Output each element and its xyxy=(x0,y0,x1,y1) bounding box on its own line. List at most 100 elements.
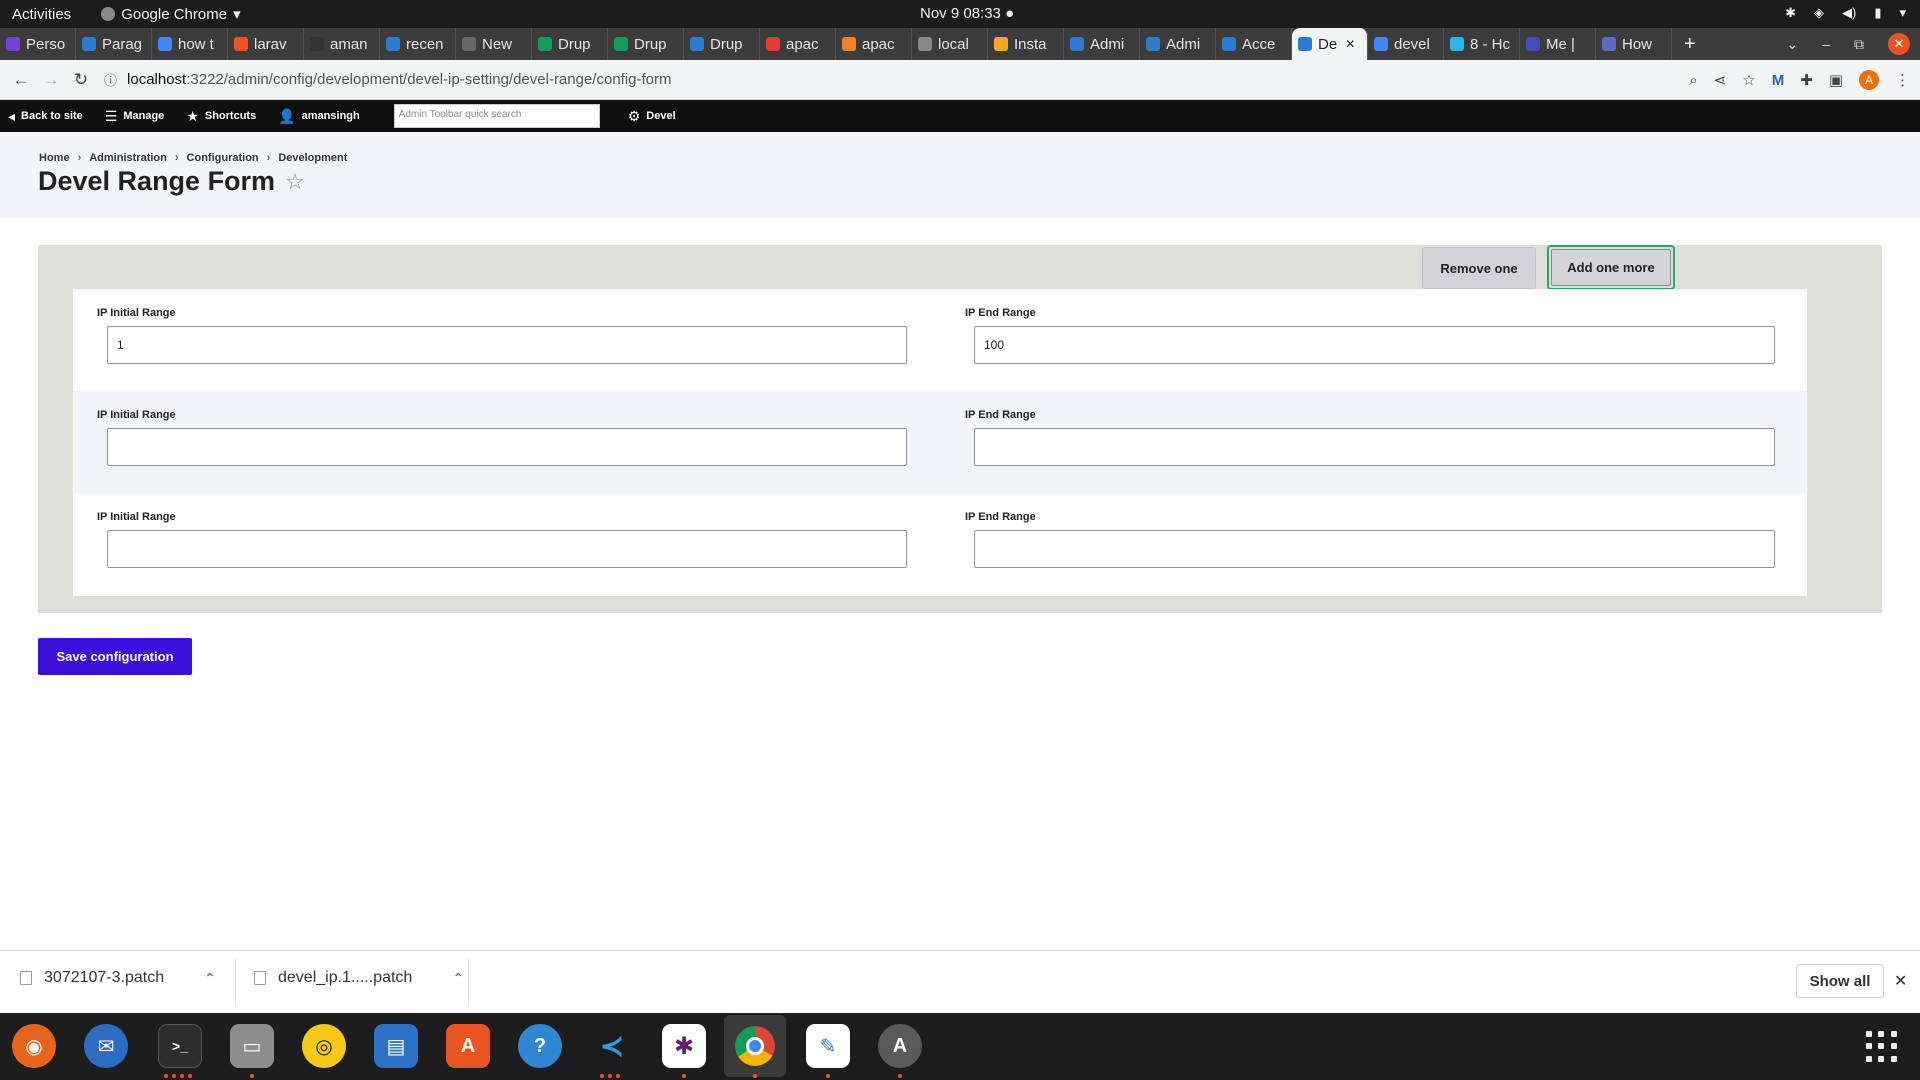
chevron-up-icon[interactable]: ⌃ xyxy=(204,970,216,987)
vscode-icon[interactable]: ≺ xyxy=(590,1024,634,1068)
chevron-up-icon[interactable]: ⌃ xyxy=(452,970,464,987)
manage-tab[interactable]: ☰ Manage xyxy=(105,108,165,125)
breadcrumb-development[interactable]: Development xyxy=(278,152,347,164)
show-all-button[interactable]: Show all xyxy=(1796,964,1884,998)
app-center-icon[interactable]: A xyxy=(446,1024,490,1068)
browser-tab[interactable]: recen xyxy=(380,28,456,60)
add-one-more-button[interactable]: Add one more xyxy=(1547,245,1675,290)
add-one-more-label: Add one more xyxy=(1551,249,1671,286)
tab-favicon-icon xyxy=(310,37,324,51)
rhythmbox-icon[interactable]: ◎ xyxy=(302,1024,346,1068)
app-menu[interactable]: Google Chrome ▾ xyxy=(101,5,241,23)
ip-end-range-input[interactable] xyxy=(974,428,1775,466)
thunderbird-icon[interactable]: ✉ xyxy=(84,1024,128,1068)
forward-arrow-icon[interactable]: → xyxy=(36,70,66,90)
writer-icon[interactable]: ▤ xyxy=(374,1024,418,1068)
downloads-bar: 3072107-3.patch ⌃ devel_ip.1.....patch ⌃… xyxy=(0,950,1920,1013)
ip-end-range-input[interactable] xyxy=(974,530,1775,568)
ip-initial-range-input[interactable] xyxy=(107,530,907,568)
download-item[interactable]: 3072107-3.patch ⌃ xyxy=(20,969,216,987)
bookmark-star-icon[interactable]: ☆ xyxy=(1742,71,1755,89)
tab-favicon-icon xyxy=(1374,37,1388,51)
ip-end-range-label: IP End Range xyxy=(965,307,1036,319)
browser-tab[interactable]: devel xyxy=(1368,28,1444,60)
ip-initial-range-input[interactable]: 1 xyxy=(107,326,907,364)
chrome-dock-item[interactable] xyxy=(724,1015,786,1077)
profile-avatar[interactable]: A xyxy=(1859,70,1879,90)
firefox-icon[interactable]: ◉ xyxy=(12,1024,56,1068)
tab-label: De xyxy=(1318,35,1338,53)
browser-tab[interactable]: how t xyxy=(152,28,228,60)
extensions-puzzle-icon[interactable]: ✚ xyxy=(1800,71,1813,89)
browser-tab[interactable]: Parag xyxy=(76,28,152,60)
share-icon[interactable]: ⋖ xyxy=(1714,71,1727,89)
extension-m-icon[interactable]: M xyxy=(1772,72,1785,89)
browser-tab[interactable]: Me | xyxy=(1520,28,1596,60)
browser-tab[interactable]: Drup xyxy=(684,28,760,60)
files-icon[interactable]: ▭ xyxy=(230,1024,274,1068)
ip-end-range-input[interactable]: 100 xyxy=(974,326,1775,364)
shortcuts-tab[interactable]: ★ Shortcuts xyxy=(186,108,256,125)
reload-icon[interactable]: ↻ xyxy=(66,70,96,90)
chrome-icon xyxy=(735,1026,775,1066)
help-icon[interactable]: ? xyxy=(518,1024,562,1068)
breadcrumb-configuration[interactable]: Configuration xyxy=(187,152,259,164)
save-configuration-button[interactable]: Save configuration xyxy=(38,638,192,675)
show-applications-icon[interactable] xyxy=(1866,1031,1898,1063)
new-tab-button[interactable]: + xyxy=(1684,33,1696,56)
tab-favicon-icon xyxy=(1450,37,1464,51)
site-info-icon[interactable]: ⓘ xyxy=(104,70,117,89)
download-item[interactable]: devel_ip.1.....patch ⌃ xyxy=(254,969,464,987)
close-window-button[interactable]: ✕ xyxy=(1888,33,1910,55)
shortcuts-label: Shortcuts xyxy=(204,110,257,122)
minimize-button[interactable]: – xyxy=(1822,36,1830,52)
browser-tab[interactable]: Drup xyxy=(608,28,684,60)
system-tray[interactable]: ✱ ◈ ◀) ▮ ▾ xyxy=(1785,5,1906,21)
file-icon xyxy=(254,971,266,985)
browser-tab[interactable]: aman xyxy=(304,28,380,60)
back-arrow-icon[interactable]: ← xyxy=(6,70,36,90)
browser-tab[interactable]: apac xyxy=(836,28,912,60)
browser-tab[interactable]: Drup xyxy=(532,28,608,60)
admin-quick-search-input[interactable]: Admin Toolbar quick search xyxy=(393,104,600,128)
devel-tab[interactable]: ⚙ Devel xyxy=(628,108,676,125)
side-panel-icon[interactable]: ▣ xyxy=(1829,71,1843,89)
running-indicator xyxy=(188,1074,192,1078)
browser-tab[interactable]: local xyxy=(912,28,988,60)
tab-search-icon[interactable]: ⌄ xyxy=(1786,36,1798,53)
chrome-icon xyxy=(101,7,116,21)
zoom-icon[interactable]: ⌕ xyxy=(1689,72,1697,89)
battery-icon: ▮ xyxy=(1874,5,1882,20)
ip-initial-range-input[interactable] xyxy=(107,428,907,466)
browser-tab[interactable]: Perso xyxy=(0,28,76,60)
back-to-site-link[interactable]: ◂ Back to site xyxy=(8,108,83,125)
terminal-icon[interactable]: >_ xyxy=(158,1024,202,1068)
browser-tab[interactable]: Admi xyxy=(1140,28,1216,60)
chrome-menu-icon[interactable]: ⋮ xyxy=(1895,71,1910,89)
browser-tab[interactable]: How xyxy=(1596,28,1672,60)
browser-tab[interactable]: Acce xyxy=(1216,28,1292,60)
browser-tab[interactable]: New xyxy=(456,28,532,60)
breadcrumb-home[interactable]: Home xyxy=(39,152,70,164)
user-tab[interactable]: 👤 amansingh xyxy=(278,108,360,125)
close-tab-icon[interactable]: ✕ xyxy=(1345,37,1355,51)
text-editor-icon[interactable]: ✎ xyxy=(806,1024,850,1068)
browser-tab[interactable]: Insta xyxy=(988,28,1064,60)
browser-tab[interactable]: Admi xyxy=(1064,28,1140,60)
activities-button[interactable]: Activities xyxy=(12,6,71,23)
browser-tab[interactable]: larav xyxy=(228,28,304,60)
browser-tab[interactable]: apac xyxy=(760,28,836,60)
clock[interactable]: Nov 9 08:33 ● xyxy=(920,5,1014,22)
maximize-button[interactable]: ⧉ xyxy=(1854,36,1864,53)
address-bar[interactable]: ⓘ localhost:3222/admin/config/developmen… xyxy=(104,70,672,89)
browser-tab[interactable]: De ✕ xyxy=(1292,28,1368,60)
running-indicator xyxy=(616,1074,620,1078)
tab-label: recen xyxy=(406,35,444,53)
updater-icon[interactable]: A xyxy=(878,1024,922,1068)
slack-icon[interactable]: ✱ xyxy=(662,1024,706,1068)
close-downloads-icon[interactable]: ✕ xyxy=(1894,971,1907,991)
browser-tab[interactable]: 8 - Hc xyxy=(1444,28,1520,60)
remove-one-button[interactable]: Remove one xyxy=(1422,247,1536,289)
shortcut-star-icon[interactable]: ☆ xyxy=(285,169,305,195)
breadcrumb-administration[interactable]: Administration xyxy=(89,152,167,164)
